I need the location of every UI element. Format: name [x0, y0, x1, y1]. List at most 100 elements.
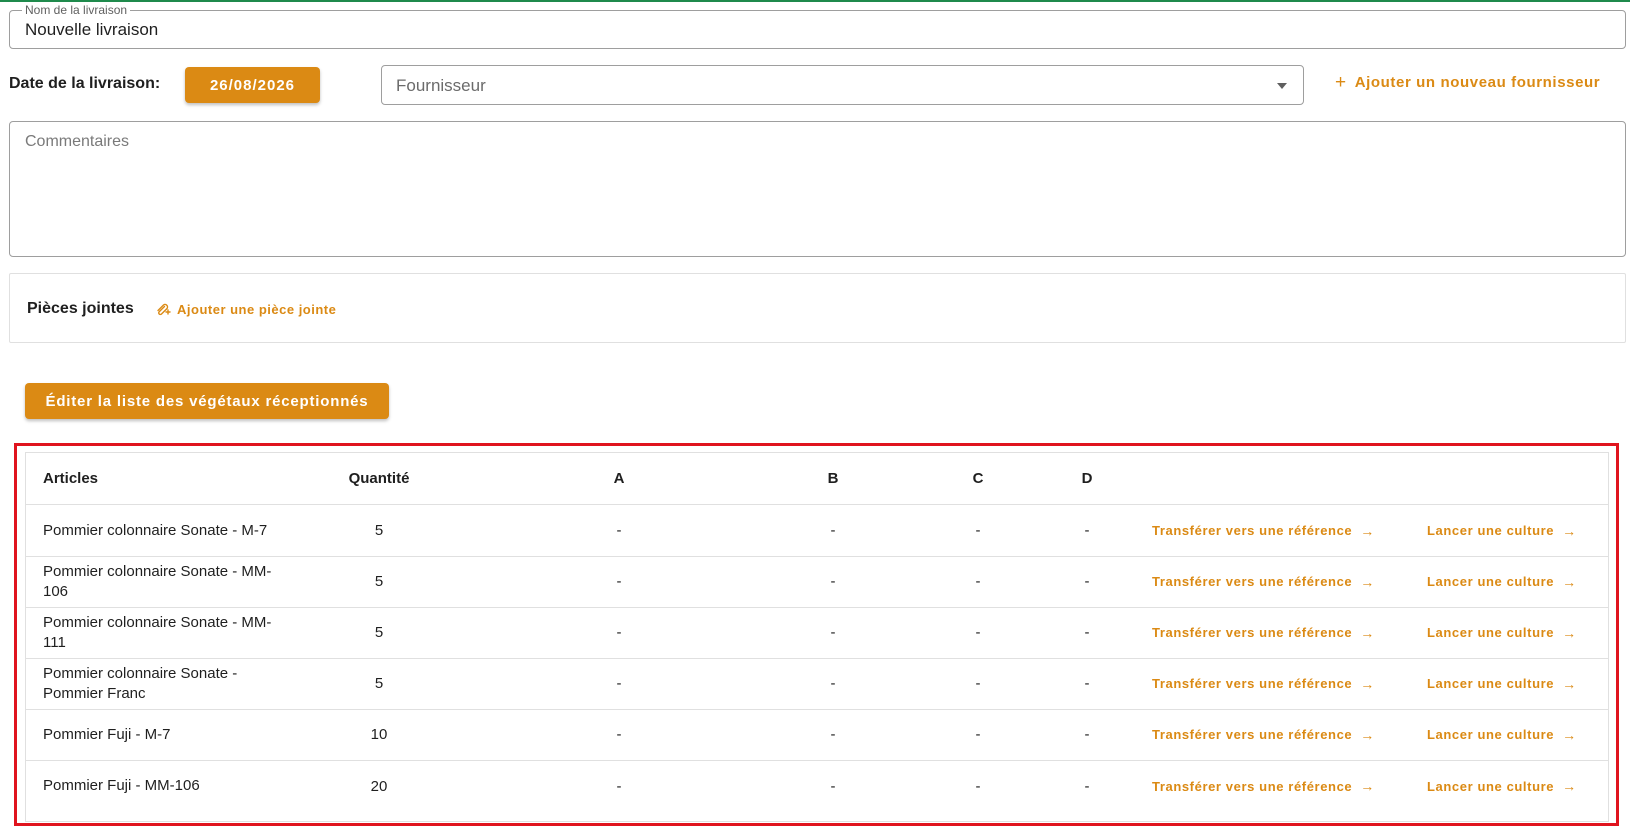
start-culture-link[interactable]: Lancer une culture → [1427, 709, 1607, 760]
culture-label: Lancer une culture [1427, 625, 1555, 640]
plus-icon: + [1335, 71, 1347, 93]
transfer-to-reference-link[interactable]: Transférer vers une référence → [1152, 556, 1392, 607]
chevron-down-icon[interactable] [1277, 83, 1287, 89]
comments-placeholder: Commentaires [25, 133, 130, 150]
transfer-label: Transférer vers une référence [1152, 574, 1353, 589]
row-b: - [830, 777, 836, 795]
add-attachment-button[interactable]: Ajouter une pièce jointe [155, 301, 336, 317]
attachments-title: Pièces jointes [27, 300, 134, 317]
table-row: Pommier colonnaire Sonate - MM-106 5 - -… [26, 556, 1608, 608]
start-culture-link[interactable]: Lancer une culture → [1427, 505, 1607, 556]
arrow-right-icon: → [1360, 522, 1375, 539]
transfer-to-reference-link[interactable]: Transférer vers une référence → [1152, 505, 1392, 556]
start-culture-link[interactable]: Lancer une culture → [1427, 607, 1607, 658]
row-quantity: 20 [370, 777, 388, 795]
row-a: - [616, 777, 622, 795]
header-b: B [827, 470, 839, 487]
row-quantity: 5 [374, 675, 384, 692]
row-d: - [1084, 675, 1090, 692]
header-quantity: Quantité [348, 470, 410, 487]
arrow-right-icon: → [1562, 573, 1577, 590]
supplier-select[interactable]: Fournisseur [381, 65, 1304, 105]
row-a: - [616, 624, 622, 641]
arrow-right-icon: → [1360, 675, 1375, 692]
row-a: - [616, 573, 622, 590]
row-c: - [975, 726, 981, 743]
comments-field[interactable]: Commentaires [9, 121, 1626, 257]
culture-label: Lancer une culture [1427, 778, 1555, 794]
row-article: Pommier colonnaire Sonate - Pommier Fran… [43, 664, 238, 702]
header-articles: Articles [43, 469, 99, 487]
row-b: - [830, 573, 836, 590]
table-row: Pommier colonnaire Sonate - MM-111 5 - -… [26, 607, 1608, 659]
row-article: Pommier Fuji - M-7 [43, 725, 171, 743]
supplier-placeholder: Fournisseur [396, 76, 486, 95]
row-a: - [616, 522, 622, 539]
delivery-name-value[interactable]: Nouvelle livraison [25, 20, 158, 40]
arrow-right-icon: → [1360, 778, 1375, 794]
row-c: - [975, 624, 981, 641]
top-accent-bar [0, 0, 1630, 2]
row-b: - [830, 522, 836, 539]
delivery-date-label: Date de la livraison: [9, 75, 161, 92]
delivery-name-label: Nom de la livraison [22, 2, 131, 18]
row-a: - [616, 675, 622, 692]
arrow-right-icon: → [1360, 624, 1375, 641]
row-c: - [975, 522, 981, 539]
culture-label: Lancer une culture [1427, 676, 1555, 691]
transfer-to-reference-link[interactable]: Transférer vers une référence → [1152, 760, 1392, 812]
row-article: Pommier colonnaire Sonate - M-7 [43, 521, 268, 539]
table-row: Pommier colonnaire Sonate - Pommier Fran… [26, 658, 1608, 710]
header-d: D [1081, 470, 1093, 487]
arrow-right-icon: → [1562, 624, 1577, 641]
row-article: Pommier Fuji - MM-106 [43, 777, 200, 794]
row-c: - [975, 777, 981, 795]
header-c: C [972, 470, 984, 487]
row-b: - [830, 675, 836, 692]
delivery-date-button[interactable]: 26/08/2026 [185, 67, 320, 103]
row-b: - [830, 624, 836, 641]
delivery-name-field[interactable]: Nom de la livraison Nouvelle livraison [9, 2, 1626, 49]
start-culture-link[interactable]: Lancer une culture → [1427, 760, 1607, 812]
row-quantity: 5 [374, 522, 384, 539]
transfer-label: Transférer vers une référence [1152, 676, 1353, 691]
arrow-right-icon: → [1360, 573, 1375, 590]
row-c: - [975, 675, 981, 692]
add-supplier-button[interactable]: + Ajouter un nouveau fournisseur [1335, 71, 1601, 93]
transfer-to-reference-link[interactable]: Transférer vers une référence → [1152, 709, 1392, 760]
received-items-table: Articles Quantité A B C D Pommier colonn… [25, 452, 1609, 822]
row-article: Pommier colonnaire Sonate - MM-111 [43, 613, 272, 651]
table-row: Pommier Fuji - MM-106 20 - - - - Transfé… [26, 760, 1608, 812]
add-attachment-label: Ajouter une pièce jointe [177, 301, 337, 317]
row-d: - [1084, 726, 1090, 743]
table-header-row: Articles Quantité A B C D [26, 453, 1608, 505]
transfer-label: Transférer vers une référence [1152, 727, 1353, 742]
row-quantity: 5 [374, 573, 384, 590]
culture-label: Lancer une culture [1427, 523, 1555, 538]
row-quantity: 5 [374, 624, 384, 641]
arrow-right-icon: → [1562, 522, 1577, 539]
row-d: - [1084, 522, 1090, 539]
add-supplier-label: Ajouter un nouveau fournisseur [1354, 74, 1601, 91]
row-d: - [1084, 624, 1090, 641]
attachments-section: Pièces jointes Ajouter une pièce jointe [9, 273, 1626, 343]
arrow-right-icon: → [1562, 726, 1577, 743]
arrow-right-icon: → [1562, 675, 1577, 692]
transfer-to-reference-link[interactable]: Transférer vers une référence → [1152, 658, 1392, 709]
transfer-label: Transférer vers une référence [1152, 778, 1353, 794]
arrow-right-icon: → [1562, 778, 1577, 794]
culture-label: Lancer une culture [1427, 574, 1555, 589]
transfer-label: Transférer vers une référence [1152, 523, 1353, 538]
paperclip-icon [157, 303, 171, 316]
start-culture-link[interactable]: Lancer une culture → [1427, 556, 1607, 607]
header-a: A [613, 470, 625, 487]
transfer-to-reference-link[interactable]: Transférer vers une référence → [1152, 607, 1392, 658]
table-row: Pommier colonnaire Sonate - M-7 5 - - - … [26, 505, 1608, 557]
row-a: - [616, 726, 622, 743]
transfer-label: Transférer vers une référence [1152, 625, 1353, 640]
arrow-right-icon: → [1360, 726, 1375, 743]
start-culture-link[interactable]: Lancer une culture → [1427, 658, 1607, 709]
edit-plant-list-button[interactable]: Éditer la liste des végétaux réceptionné… [25, 383, 389, 419]
row-b: - [830, 726, 836, 743]
row-quantity: 10 [370, 726, 388, 743]
